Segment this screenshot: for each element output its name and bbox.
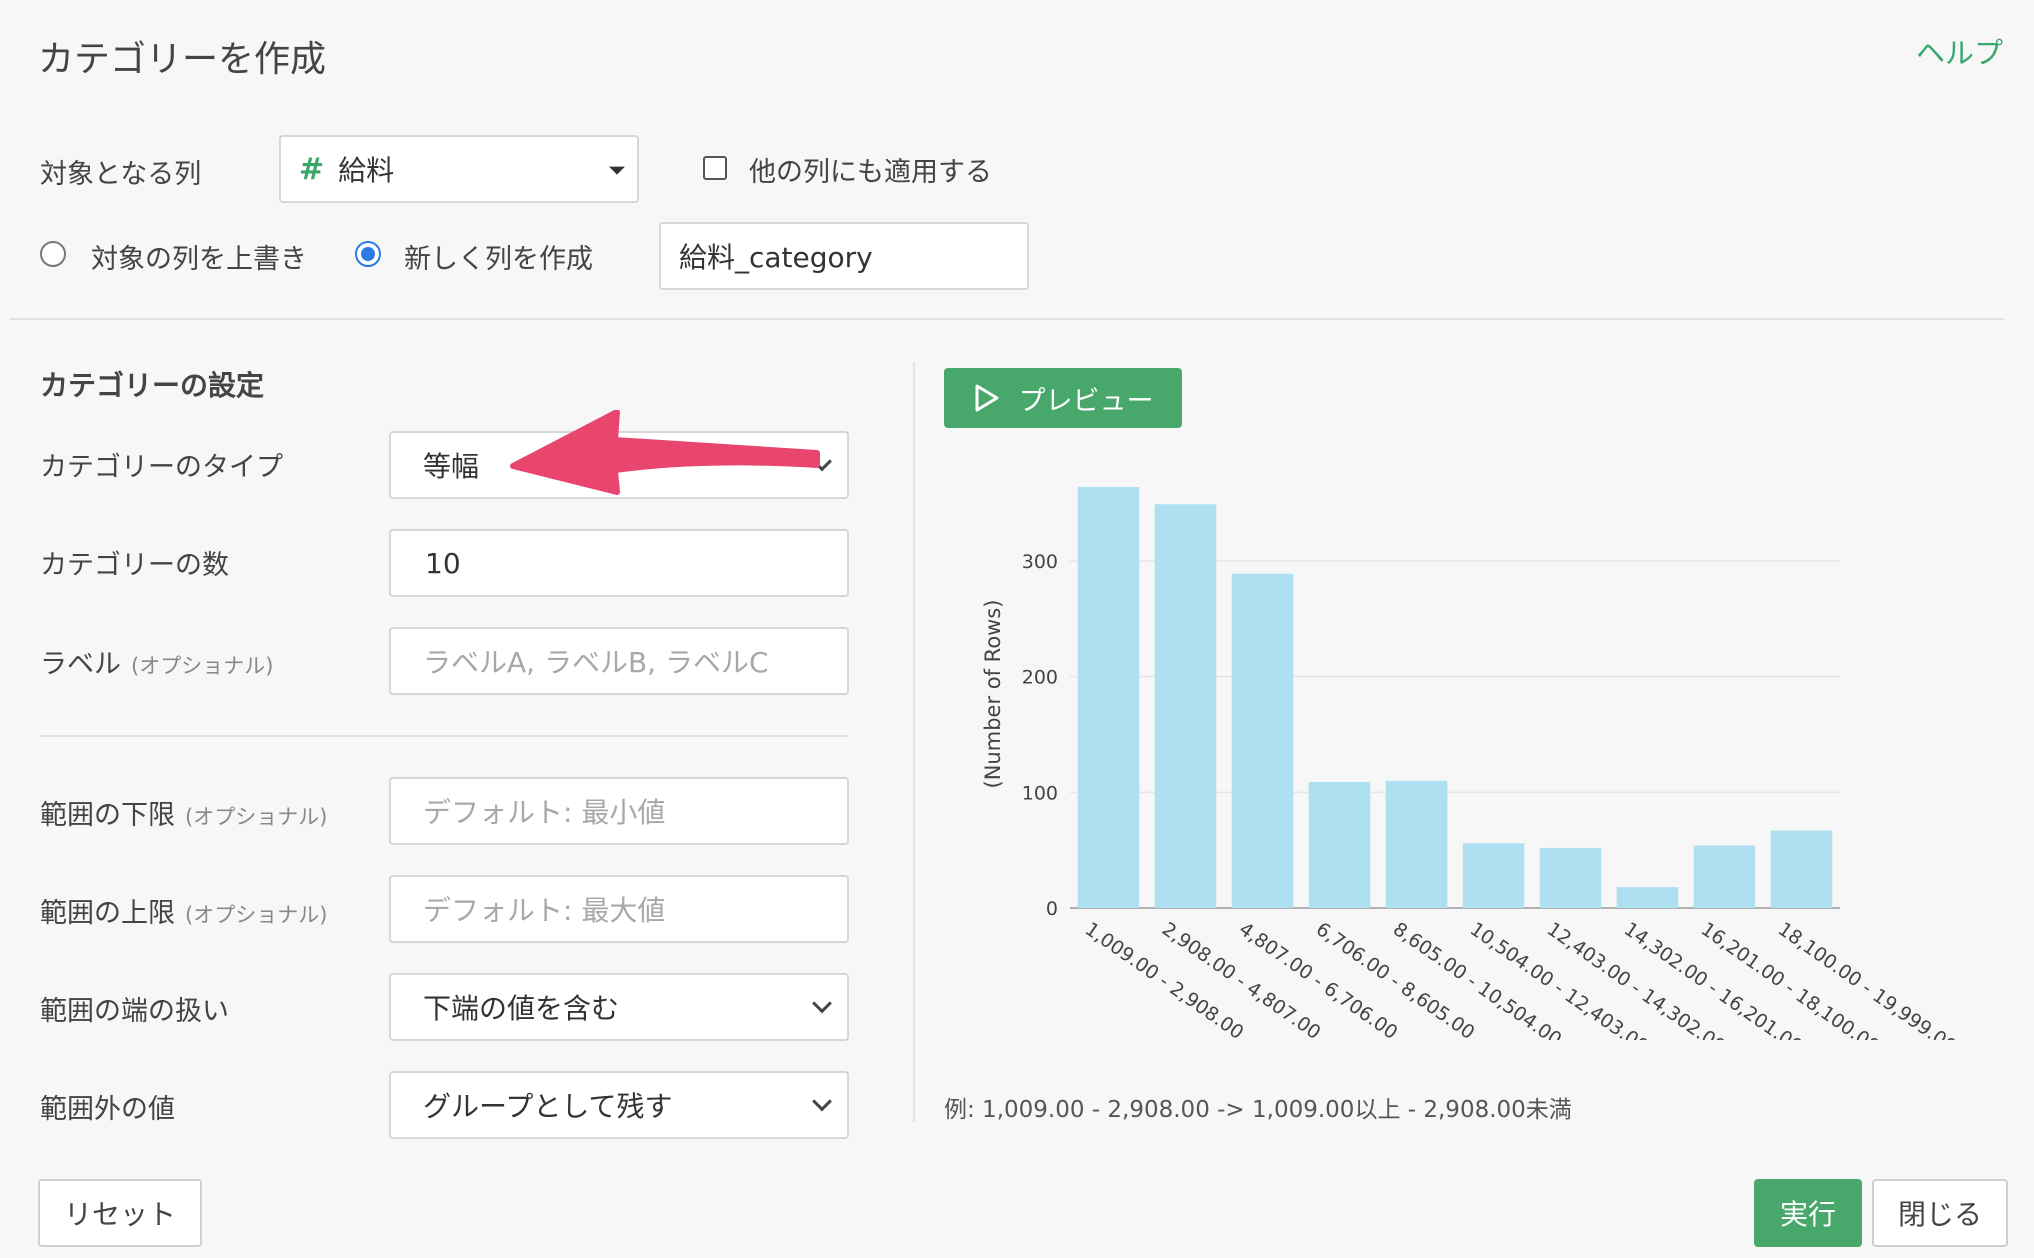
out-of-range-select[interactable]: グループとして残す: [389, 1071, 849, 1139]
histogram-bar: [1539, 847, 1602, 908]
range-upper-label: 範囲の上限 (オプショナル): [40, 898, 328, 929]
create-new-column-label[interactable]: 新しく列を作成: [404, 237, 593, 276]
run-button[interactable]: 実行: [1754, 1179, 1862, 1247]
histogram-bar: [1308, 781, 1371, 908]
target-column-label: 対象となる列: [40, 159, 202, 190]
out-of-range-value: グループとして残す: [423, 1090, 673, 1123]
range-upper-input[interactable]: デフォルト: 最大値: [389, 875, 849, 943]
histogram-bar: [1385, 780, 1448, 908]
panel-divider: [913, 362, 915, 1122]
caret-down-icon: [609, 166, 625, 175]
chevron-down-icon: [812, 1091, 832, 1112]
category-type-value: 等幅: [423, 450, 480, 483]
out-of-range-label: 範囲外の値: [40, 1094, 175, 1125]
header-divider: [10, 318, 2004, 320]
close-button[interactable]: 閉じる: [1872, 1179, 2008, 1247]
target-column-value: 給料: [338, 154, 395, 187]
range-edge-select[interactable]: 下端の値を含む: [389, 973, 849, 1041]
target-column-select[interactable]: # 給料: [279, 135, 639, 203]
label-input[interactable]: ラベルA, ラベルB, ラベルC: [389, 627, 849, 695]
y-tick-label: 200: [1022, 667, 1058, 689]
range-example-text: 例: 1,009.00 - 2,908.00 -> 1,009.00以上 - 2…: [944, 1097, 1572, 1123]
histogram-bar: [1693, 845, 1756, 908]
histogram-bar: [1077, 486, 1140, 908]
histogram-chart: 01002003001,009.00 - 2,908.002,908.00 - …: [981, 486, 1961, 1040]
overwrite-label[interactable]: 対象の列を上書き: [91, 237, 307, 276]
play-icon: [975, 384, 998, 412]
category-settings-title: カテゴリーの設定: [40, 369, 265, 402]
create-new-column-radio[interactable]: [355, 241, 381, 267]
histogram-bar: [1770, 830, 1833, 908]
range-lower-input[interactable]: デフォルト: 最小値: [389, 777, 849, 845]
numeric-type-icon: #: [299, 151, 325, 187]
annotation-arrow: [510, 410, 820, 495]
category-count-input[interactable]: 10: [389, 529, 849, 597]
y-tick-label: 300: [1022, 551, 1058, 573]
range-edge-value: 下端の値を含む: [423, 992, 620, 1025]
y-tick-label: 100: [1022, 782, 1058, 804]
histogram-bar: [1231, 573, 1294, 908]
apply-other-columns-checkbox[interactable]: [703, 156, 727, 180]
y-axis-label: (Number of Rows): [981, 600, 1005, 789]
histogram-bar: [1462, 843, 1525, 908]
category-type-label: カテゴリーのタイプ: [40, 452, 283, 483]
y-tick-label: 0: [1046, 898, 1058, 920]
settings-divider: [40, 735, 849, 737]
page-title: カテゴリーを作成: [38, 39, 327, 80]
range-lower-label: 範囲の下限 (オプショナル): [40, 800, 328, 831]
chevron-down-icon: [812, 993, 832, 1014]
apply-other-columns-label[interactable]: 他の列にも適用する: [749, 150, 992, 189]
category-count-label: カテゴリーの数: [40, 550, 229, 581]
new-column-name-input[interactable]: 給料_category: [659, 222, 1029, 290]
range-edge-label: 範囲の端の扱い: [40, 996, 229, 1027]
overwrite-radio[interactable]: [40, 241, 66, 267]
reset-button[interactable]: リセット: [38, 1179, 202, 1247]
label-field-label: ラベル (オプショナル): [40, 649, 274, 680]
histogram-bar: [1154, 504, 1217, 908]
histogram-bar: [1616, 887, 1679, 908]
help-link[interactable]: ヘルプ: [1916, 30, 2003, 72]
x-tick-label: 18,100.00 - 19,999.00: [1774, 918, 1961, 1040]
preview-button[interactable]: プレビュー: [944, 368, 1182, 428]
